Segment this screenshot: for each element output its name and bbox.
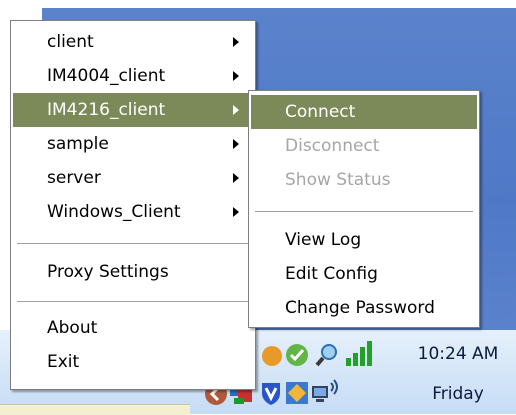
tray-orange-icon[interactable] — [260, 344, 284, 368]
tray-diamond-icon[interactable] — [284, 380, 308, 404]
submenu-arrow-icon — [233, 71, 239, 81]
signal-bars-icon[interactable] — [344, 340, 372, 366]
clock-time[interactable]: 10:24 AM — [410, 344, 506, 364]
submenu-arrow-icon — [233, 207, 239, 217]
tray-computer-wireless-icon[interactable] — [310, 378, 338, 402]
menu-item-im4216-client[interactable]: IM4216_client — [13, 93, 253, 127]
menu-item-about[interactable]: About — [13, 311, 253, 345]
submenu-arrow-icon — [233, 37, 239, 47]
submenu-item-change-password[interactable]: Change Password — [251, 291, 477, 325]
menu-separator — [255, 211, 473, 213]
menu-item-sample[interactable]: sample — [13, 127, 253, 161]
menu-item-label: sample — [47, 134, 109, 154]
submenu-item-connect[interactable]: Connect — [251, 95, 477, 129]
menu-item-label: Edit Config — [285, 264, 378, 284]
submenu-item-edit-config[interactable]: Edit Config — [251, 257, 477, 291]
menu-item-label: IM4216_client — [47, 100, 166, 120]
tray-shield-icon[interactable] — [258, 380, 282, 405]
search-icon[interactable] — [314, 342, 338, 367]
menu-item-label: Proxy Settings — [47, 262, 169, 282]
submenu-item-show-status: Show Status — [251, 163, 477, 197]
menu-item-server[interactable]: server — [13, 161, 253, 195]
menu-item-client[interactable]: client — [13, 25, 253, 59]
menu-separator — [17, 243, 249, 245]
menu-item-label: About — [47, 318, 98, 338]
menu-item-exit[interactable]: Exit — [13, 345, 253, 379]
menu-separator — [17, 301, 249, 303]
menu-item-label: Exit — [47, 352, 80, 372]
menu-item-im4004-client[interactable]: IM4004_client — [13, 59, 253, 93]
menu-item-proxy-settings[interactable]: Proxy Settings — [13, 255, 253, 289]
menu-item-windows-client[interactable]: Windows_Client — [13, 195, 253, 229]
submenu-item-view-log[interactable]: View Log — [251, 223, 477, 257]
taskbar-strip — [0, 404, 190, 415]
menu-item-label: IM4004_client — [47, 66, 166, 86]
submenu-arrow-icon — [233, 173, 239, 183]
tray-check-shield-icon[interactable] — [284, 342, 308, 366]
submenu-arrow-icon — [233, 105, 239, 115]
menu-item-label: View Log — [285, 230, 362, 250]
menu-item-label: Change Password — [285, 298, 435, 318]
menu-item-label: server — [47, 168, 101, 188]
menu-item-label: Disconnect — [285, 136, 380, 156]
menu-item-label: client — [47, 32, 94, 52]
im4216-submenu: Connect Disconnect Show Status View Log … — [248, 90, 480, 328]
submenu-item-disconnect: Disconnect — [251, 129, 477, 163]
menu-item-label: Windows_Client — [47, 202, 181, 222]
menu-item-label: Show Status — [285, 170, 391, 190]
menu-item-label: Connect — [285, 102, 356, 122]
submenu-arrow-icon — [233, 139, 239, 149]
main-context-menu: client IM4004_client IM4216_client sampl… — [10, 20, 256, 390]
clock-day[interactable]: Friday — [410, 384, 506, 404]
